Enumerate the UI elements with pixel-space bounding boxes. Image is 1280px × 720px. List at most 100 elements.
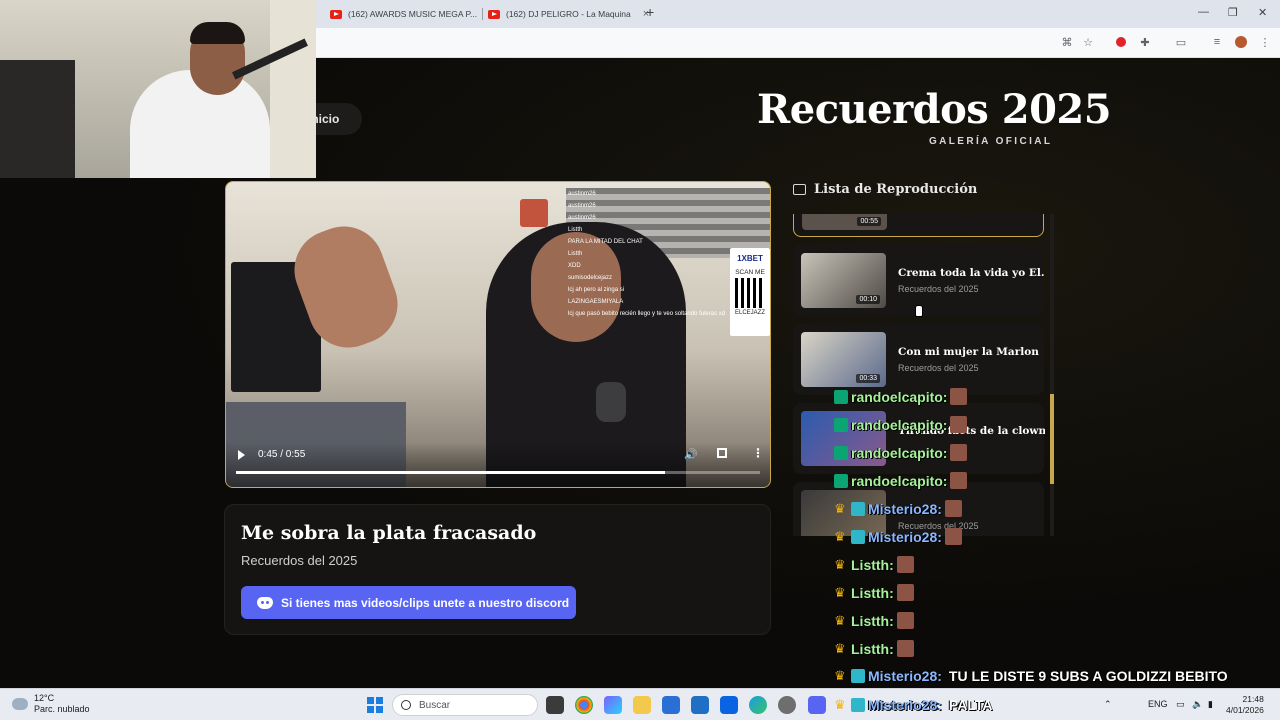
profile-avatar-icon[interactable] <box>1234 35 1248 49</box>
tray-overflow-icon[interactable]: ⌃ <box>1104 699 1112 710</box>
chat-message: randoelcapito: <box>834 444 968 461</box>
playlist-heading: Lista de Reproducción <box>793 182 977 197</box>
emote-icon <box>896 556 914 573</box>
video-player[interactable]: austinm26 austinm26 austinm26 Listth PAR… <box>225 181 771 488</box>
chat-message-text: PALTA <box>948 697 993 713</box>
subscriber-badge-icon <box>851 669 865 683</box>
discord-button[interactable]: Si tienes mas videos/clips unete a nuest… <box>241 586 576 619</box>
emote-icon <box>950 388 968 405</box>
webcam-scene-door <box>270 0 316 178</box>
chat-message: randoelcapito: <box>834 416 968 433</box>
emote-icon <box>896 584 914 601</box>
maximize-button[interactable]: ❐ <box>1228 6 1238 19</box>
crown-badge-icon: ♛ <box>834 528 846 544</box>
playlist-item[interactable]: 00:55 <box>793 214 1044 237</box>
chat-username: randoelcapito: <box>851 444 948 461</box>
chat-username: randoelcapito: <box>851 416 948 433</box>
webcam-scene-bed <box>0 60 75 178</box>
discord-button-label: Si tienes mas videos/clips unete a nuest… <box>281 595 570 610</box>
mail-icon[interactable] <box>691 696 709 714</box>
chat-message: ♛ Listth: <box>834 584 914 601</box>
language-indicator[interactable]: ENG <box>1148 699 1168 709</box>
browser-tab[interactable]: (162) AWARDS MUSIC MEGA P... × <box>330 4 496 24</box>
chat-username: Listth: <box>851 584 894 601</box>
sponsor-brand: 1XBET <box>737 254 763 263</box>
chat-message: ♛ Listth: <box>834 556 914 573</box>
taskbar-search[interactable]: Buscar <box>392 694 538 716</box>
taskbar: 12°C Parc. nublado Buscar ♛ Misterio28: PA… <box>0 688 1280 720</box>
emote-icon <box>950 444 968 461</box>
more-options-icon[interactable]: ⋮ <box>752 446 764 460</box>
crown-badge-icon: ♛ <box>834 640 846 656</box>
system-clock[interactable]: 21:48 4/01/2026 <box>1226 694 1264 716</box>
reading-list-icon[interactable]: ≡ <box>1210 35 1224 49</box>
chrome-icon[interactable] <box>575 696 593 714</box>
overlay-chat-line: Listth <box>568 227 583 233</box>
crown-badge-icon: ♛ <box>834 668 846 683</box>
tab-separator <box>482 8 483 20</box>
weather-widget[interactable]: 12°C Parc. nublado <box>9 693 90 715</box>
overlay-chat-line: austinm26 <box>568 191 596 197</box>
volume-tray-icon[interactable]: 🔈 <box>1192 699 1203 710</box>
playlist-item[interactable]: 00:33 Con mi mujer la Marlon Recuerdos d… <box>793 324 1044 395</box>
fullscreen-icon[interactable] <box>717 448 727 458</box>
clock-time: 21:48 <box>1242 694 1264 704</box>
bookmark-star-icon[interactable]: ☆ <box>1081 35 1095 49</box>
emote-icon <box>950 472 968 489</box>
film-icon <box>793 184 806 195</box>
video-progress-fill <box>236 471 665 474</box>
battery-icon[interactable]: ▮ <box>1208 699 1213 710</box>
playlist-item-title: Crema toda la vida yo El... <box>898 267 1045 279</box>
browser-tab-label: (162) AWARDS MUSIC MEGA P... <box>348 9 478 19</box>
playlist-scrollbar-thumb[interactable] <box>1050 394 1054 484</box>
chat-message: ♛ Misterio28: <box>834 528 962 545</box>
sponsor-scan-label: SCAN ME <box>735 269 765 276</box>
extensions-icon[interactable]: ✚ <box>1138 35 1152 49</box>
video-progress-bar[interactable] <box>236 471 760 474</box>
discord-taskbar-icon[interactable] <box>808 696 826 714</box>
emote-icon <box>944 528 962 545</box>
webcam-scene-hair <box>190 22 245 44</box>
new-tab-button[interactable]: + <box>646 4 654 20</box>
playlist-item[interactable]: Tirando facts de la clown <box>793 403 1045 474</box>
taskbar-search-placeholder: Buscar <box>419 699 451 711</box>
settings-icon[interactable] <box>778 696 796 714</box>
browser-tab-strip: (162) AWARDS MUSIC MEGA P... × (162) DJ … <box>316 0 1280 28</box>
playlist-duration: 00:55 <box>857 217 881 226</box>
weather-icon <box>9 695 28 710</box>
subscriber-badge-icon <box>851 501 865 516</box>
youtube-icon <box>330 9 342 19</box>
play-icon[interactable] <box>238 450 245 460</box>
chrome-menu-icon[interactable]: ⋮ <box>1258 35 1272 49</box>
file-explorer-icon[interactable] <box>633 696 651 714</box>
playlist-scrollbar[interactable] <box>1050 214 1054 536</box>
translate-icon[interactable]: ⌘ <box>1060 35 1074 49</box>
store-icon[interactable] <box>662 696 680 714</box>
chat-username: randoelcapito: <box>851 472 948 489</box>
emote-icon <box>944 500 962 517</box>
copilot-icon[interactable] <box>604 696 622 714</box>
dropbox-icon[interactable] <box>720 696 738 714</box>
windows-start-icon[interactable] <box>367 697 383 713</box>
chat-username: randoelcapito: <box>851 388 948 405</box>
page-subtitle: GALERÍA OFICIAL <box>929 136 1053 147</box>
network-icon[interactable]: ▭ <box>1176 699 1185 710</box>
overlay-chat-line: austinm26 <box>568 203 596 209</box>
chat-username: Misterio28: <box>868 528 942 545</box>
opera-extension-icon[interactable] <box>1114 35 1128 49</box>
edge-icon[interactable] <box>749 696 767 714</box>
moderator-badge-icon <box>834 417 848 432</box>
now-playing-subtitle: Recuerdos del 2025 <box>241 553 358 568</box>
task-view-icon[interactable] <box>546 696 564 714</box>
moderator-badge-icon <box>834 473 848 488</box>
moderator-badge-icon <box>834 389 848 404</box>
browser-tab[interactable]: (162) DJ PELIGRO - La Maquina × <box>488 4 649 24</box>
close-window-button[interactable]: ✕ <box>1258 6 1267 19</box>
crown-badge-icon: ♛ <box>834 612 846 628</box>
minimize-button[interactable]: — <box>1198 6 1209 18</box>
mouse-cursor-icon <box>915 305 923 317</box>
volume-icon[interactable]: 🔊 <box>684 448 698 461</box>
chat-message-text: TU LE DISTE 9 SUBS A GOLDIZZI BEBITO <box>948 668 1228 684</box>
moderator-badge-icon <box>834 445 848 460</box>
cast-icon[interactable]: ▭ <box>1174 35 1188 49</box>
